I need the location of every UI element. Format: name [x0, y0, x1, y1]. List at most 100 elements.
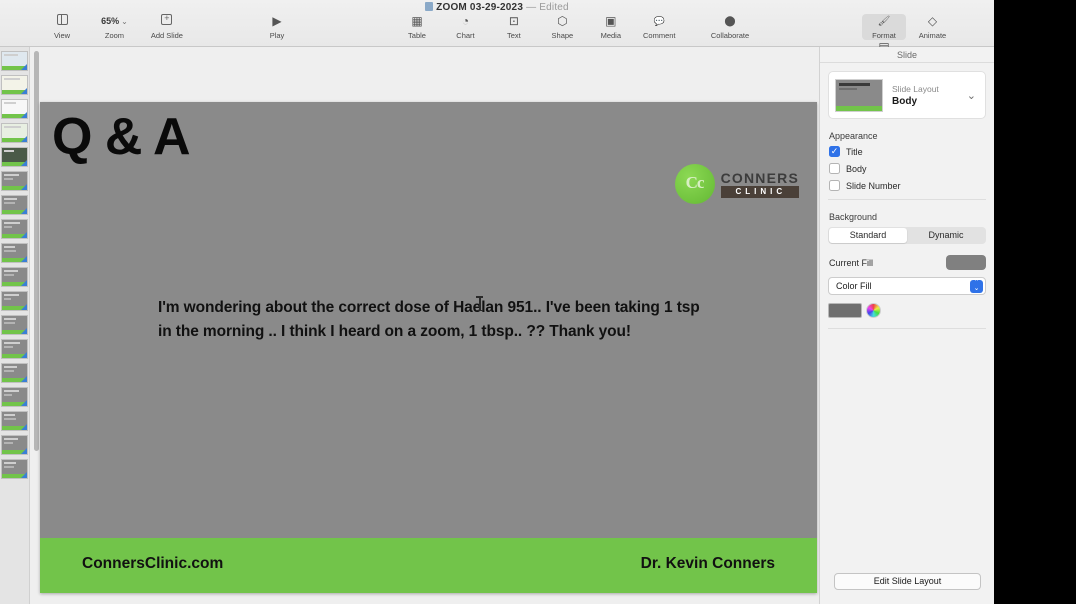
- toolbar-play-group: ▶ Play: [255, 14, 299, 40]
- text-button[interactable]: ⊡ Text: [492, 14, 536, 40]
- text-cursor-icon: [475, 296, 483, 311]
- collaborate-label: Collaborate: [710, 31, 750, 40]
- list-item[interactable]: [1, 363, 28, 383]
- appearance-option-body[interactable]: Body: [829, 163, 994, 174]
- collaborate-icon: ⬤: [724, 16, 736, 27]
- chart-label: Chart: [456, 31, 475, 40]
- shape-icon: ⬡: [557, 14, 568, 28]
- view-button[interactable]: View: [40, 14, 84, 40]
- appearance-option-title[interactable]: Title: [829, 145, 994, 158]
- text-icon: ⊡: [508, 14, 519, 28]
- zoom-label: Zoom: [104, 31, 125, 40]
- collaborate-button[interactable]: ⬤ Collaborate: [707, 14, 753, 40]
- segment-dynamic[interactable]: Dynamic: [907, 228, 985, 243]
- media-icon: ▣: [605, 14, 617, 28]
- list-item[interactable]: [1, 459, 28, 479]
- current-fill-label: Current Fill: [829, 257, 874, 268]
- comment-icon: 💬: [653, 16, 665, 26]
- slide-body-text[interactable]: I'm wondering about the correct dose of …: [158, 296, 758, 344]
- body-line-2: in the morning .. I think I heard on a z…: [158, 323, 631, 340]
- format-label: Format: [872, 31, 896, 40]
- animate-label: Animate: [918, 31, 947, 40]
- zoom-control[interactable]: 65% ⌄ Zoom: [88, 14, 140, 40]
- logo-subtitle: CLINIC: [720, 185, 799, 198]
- document-title: ZOOM 03-29-2023: [436, 2, 524, 13]
- play-button[interactable]: ▶ Play: [255, 14, 299, 40]
- list-item[interactable]: [1, 75, 28, 95]
- list-item[interactable]: [1, 339, 28, 359]
- comment-button[interactable]: 💬 Comment: [637, 14, 681, 40]
- canvas-scrollbar[interactable]: [34, 51, 39, 451]
- logo-mark-text: Cc: [685, 173, 705, 192]
- list-item[interactable]: [1, 267, 28, 287]
- list-item[interactable]: [1, 411, 28, 431]
- color-wheel-icon[interactable]: [866, 303, 881, 318]
- chevron-down-icon: ⌄: [121, 17, 128, 26]
- appearance-option-slide-number[interactable]: Slide Number: [829, 180, 994, 191]
- sidebar-icon: [40, 14, 84, 29]
- chart-button[interactable]: ◔ Chart: [443, 14, 487, 40]
- list-item[interactable]: [1, 291, 28, 311]
- edited-status: Edited: [539, 2, 569, 13]
- background-mode-segmented-control[interactable]: Standard Dynamic: [828, 227, 986, 244]
- conners-clinic-logo: Cc CONNERS CLINIC: [674, 164, 799, 204]
- slide-layout-selector[interactable]: Slide Layout Body ⌄: [828, 71, 986, 119]
- list-item[interactable]: [1, 51, 28, 71]
- list-item[interactable]: [1, 243, 28, 263]
- checkbox-icon[interactable]: [829, 180, 840, 191]
- shape-button[interactable]: ⬡ Shape: [540, 14, 584, 40]
- current-fill-row: Current Fill: [829, 255, 986, 270]
- segment-standard[interactable]: Standard: [829, 228, 907, 243]
- table-label: Table: [408, 31, 426, 40]
- fill-type-dropdown[interactable]: Color Fill ⌃ ⌄: [828, 277, 986, 295]
- chevron-down-icon[interactable]: ⌄: [967, 89, 976, 102]
- list-item[interactable]: [1, 435, 28, 455]
- screen-letterbox: [994, 0, 1076, 604]
- appearance-title-label: Title: [846, 146, 863, 157]
- background-section-title: Background: [829, 212, 878, 222]
- animate-button[interactable]: ◇ Animate: [910, 14, 954, 40]
- checkbox-icon[interactable]: [829, 145, 840, 158]
- fill-color-row: [828, 303, 994, 318]
- view-button-label: View: [53, 31, 71, 40]
- slide-navigator[interactable]: [0, 47, 30, 604]
- shape-label: Shape: [551, 31, 574, 40]
- play-label: Play: [269, 31, 285, 40]
- checkbox-icon[interactable]: [829, 163, 840, 174]
- title-separator: —: [526, 2, 537, 13]
- footer-presenter: Dr. Kevin Conners: [640, 555, 775, 572]
- slide-footer: ConnersClinic.com Dr. Kevin Conners: [40, 538, 817, 593]
- list-item[interactable]: [1, 123, 28, 143]
- appearance-body-label: Body: [846, 163, 867, 174]
- fill-color-swatch[interactable]: [828, 303, 862, 318]
- fill-type-value: Color Fill: [836, 281, 872, 291]
- chevron-up-down-icon[interactable]: ⌃ ⌄: [970, 279, 983, 293]
- list-item[interactable]: [1, 219, 28, 239]
- text-label: Text: [507, 31, 521, 40]
- list-item[interactable]: [1, 195, 28, 215]
- plus-square-icon: [145, 12, 189, 29]
- list-item[interactable]: [1, 315, 28, 335]
- keynote-window: ZOOM 03-29-2023 — Edited View 65% ⌄ Zoom …: [0, 0, 994, 604]
- slide-layout-info: Slide Layout Body: [892, 83, 939, 108]
- media-button[interactable]: ▣ Media: [589, 14, 633, 40]
- toolbar-insert-group: ▦ Table ◔ Chart ⊡ Text ⬡ Shape ▣ Media 💬: [395, 14, 681, 40]
- logo-name: CONNERS: [720, 169, 799, 186]
- animate-icon: ◇: [927, 14, 938, 28]
- list-item[interactable]: [1, 387, 28, 407]
- format-button[interactable]: 🖌 Format: [862, 14, 906, 40]
- list-item[interactable]: [1, 99, 28, 119]
- edit-slide-layout-button[interactable]: Edit Slide Layout: [834, 573, 981, 590]
- play-icon: ▶: [272, 14, 282, 28]
- list-item[interactable]: [1, 147, 28, 167]
- table-button[interactable]: ▦ Table: [395, 14, 439, 40]
- list-item[interactable]: [1, 171, 28, 191]
- slide-title[interactable]: Q & A: [52, 107, 191, 167]
- add-slide-button[interactable]: Add Slide: [145, 12, 189, 40]
- table-icon: ▦: [411, 14, 423, 28]
- toolbar-left-group: View 65%⌄ Zoom Add Slide: [40, 12, 189, 40]
- window-title-bar: ZOOM 03-29-2023 — Edited: [0, 2, 994, 13]
- slide-canvas: Q & A Cc CONNERS CLINIC I'm wondering ab…: [30, 47, 819, 604]
- slide-editor[interactable]: Q & A Cc CONNERS CLINIC I'm wondering ab…: [40, 102, 817, 593]
- current-fill-swatch[interactable]: [946, 255, 986, 270]
